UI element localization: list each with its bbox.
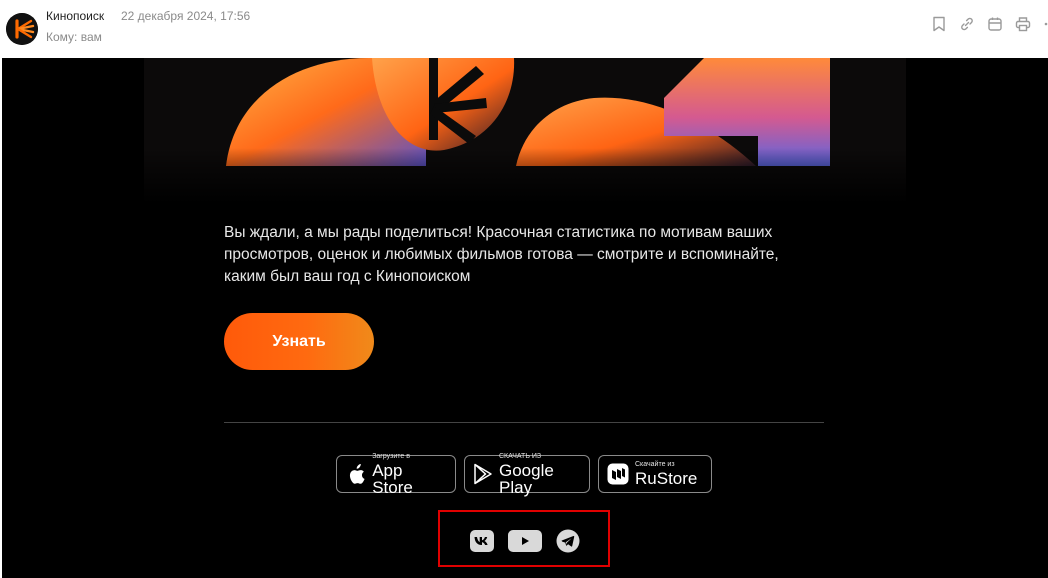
recipient-line: Кому: вам bbox=[46, 30, 102, 44]
telegram-icon[interactable] bbox=[556, 529, 580, 553]
calendar-icon[interactable] bbox=[986, 15, 1004, 33]
rustore-icon bbox=[607, 463, 629, 485]
app-store-badge[interactable]: Загрузите в App Store bbox=[336, 452, 456, 497]
social-links bbox=[470, 529, 580, 553]
store-name: App Store bbox=[372, 460, 413, 497]
google-play-badge[interactable]: СКАЧАТЬ ИЗ Google Play bbox=[464, 452, 590, 497]
rustore-badge[interactable]: Скачайте из RuStore bbox=[598, 455, 712, 493]
link-icon[interactable] bbox=[958, 15, 976, 33]
store-small-label: Скачайте из bbox=[635, 461, 675, 468]
divider bbox=[224, 422, 824, 423]
hero-banner-image bbox=[144, 58, 906, 203]
kinopoisk-logo-icon bbox=[6, 13, 38, 45]
print-icon[interactable] bbox=[1014, 15, 1032, 33]
youtube-icon[interactable] bbox=[508, 530, 542, 552]
mail-header: Кинопоиск 22 декабря 2024, 17:56 Кому: в… bbox=[0, 0, 1048, 58]
store-small-label: Загрузите в bbox=[372, 452, 410, 460]
store-name: Google Play bbox=[499, 460, 554, 497]
learn-more-button[interactable]: Узнать bbox=[224, 313, 374, 370]
email-body: Вы ждали, а мы рады поделиться! Красочна… bbox=[2, 58, 1048, 578]
sender-avatar[interactable] bbox=[6, 13, 38, 45]
apple-icon bbox=[345, 463, 366, 485]
message-date: 22 декабря 2024, 17:56 bbox=[121, 9, 251, 23]
google-play-icon bbox=[473, 463, 493, 485]
more-icon[interactable] bbox=[1042, 15, 1048, 33]
promo-text: Вы ждали, а мы рады поделиться! Красочна… bbox=[224, 224, 779, 285]
app-store-badges: Загрузите в App Store СКАЧАТЬ ИЗ Google … bbox=[336, 452, 712, 497]
store-small-label: СКАЧАТЬ ИЗ bbox=[499, 452, 542, 460]
sender-name[interactable]: Кинопоиск bbox=[46, 9, 104, 23]
bookmark-icon[interactable] bbox=[930, 15, 948, 33]
store-name: RuStore bbox=[635, 469, 698, 488]
message-actions bbox=[930, 14, 1048, 34]
vk-icon[interactable] bbox=[470, 530, 494, 552]
